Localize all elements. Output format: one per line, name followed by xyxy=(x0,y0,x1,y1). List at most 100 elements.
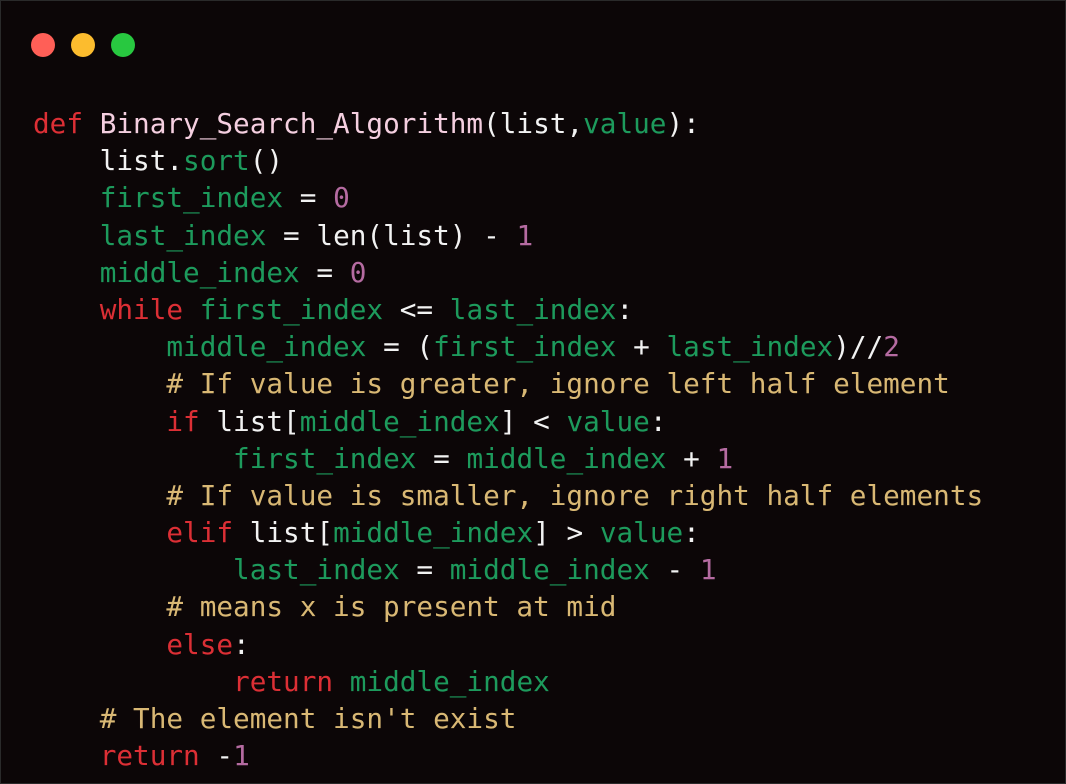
text-token: = ( xyxy=(366,330,434,364)
code-line: return -1 xyxy=(33,737,983,774)
text-token: = len(list) - xyxy=(266,218,517,252)
text-token: - xyxy=(199,739,234,773)
identifier-token: last_index xyxy=(233,553,400,587)
text-token: <= xyxy=(383,292,450,326)
identifier-token: middle_index xyxy=(166,330,367,364)
code-line: first_index = 0 xyxy=(33,179,983,216)
identifier-token: first_index xyxy=(99,181,284,215)
comment-token: # If value is greater, ignore left half … xyxy=(166,367,950,401)
number-token: 0 xyxy=(333,181,350,215)
code-block: def Binary_Search_Algorithm(list,value):… xyxy=(33,105,983,774)
code-line: # means x is present at mid xyxy=(33,588,983,625)
text-token: : xyxy=(233,627,250,661)
code-line: # If value is smaller, ignore right half… xyxy=(33,477,983,514)
keyword-token: return xyxy=(233,664,334,698)
text-token: list[ xyxy=(199,404,300,438)
keyword-token: else xyxy=(166,627,234,661)
minimize-button[interactable] xyxy=(71,33,95,57)
code-line: def Binary_Search_Algorithm(list,value): xyxy=(33,105,983,142)
identifier-token: middle_index xyxy=(449,553,650,587)
text-token: = xyxy=(399,553,450,587)
text-token: ] < xyxy=(499,404,567,438)
keyword-token: while xyxy=(99,292,184,326)
keyword-token: if xyxy=(166,404,200,438)
identifier-token: middle_index xyxy=(99,255,300,289)
text-token: = xyxy=(416,441,467,475)
number-token: 0 xyxy=(349,255,367,289)
keyword-token: elif xyxy=(166,516,234,550)
text-token: ): xyxy=(666,107,700,140)
text-token: = xyxy=(283,181,334,215)
text-token: + xyxy=(616,330,667,364)
code-line: else: xyxy=(33,626,983,663)
text-token: list[ xyxy=(233,516,334,550)
text-token: = xyxy=(299,255,350,289)
identifier-token: middle_index xyxy=(466,441,667,475)
code-line: elif list[middle_index] > value: xyxy=(33,514,983,551)
code-line: while first_index <= last_index: xyxy=(33,291,983,328)
comment-token: # means x is present at mid xyxy=(166,590,617,624)
text-token: ] > xyxy=(533,516,600,550)
keyword-token: def xyxy=(33,107,84,140)
identifier-token: last_index xyxy=(666,330,834,364)
keyword-token: return xyxy=(99,739,200,773)
code-line: middle_index = 0 xyxy=(33,254,983,291)
number-token: 1 xyxy=(699,553,717,587)
identifier-token: last_index xyxy=(99,218,267,252)
code-line: last_index = middle_index - 1 xyxy=(33,551,983,588)
code-line: if list[middle_index] < value: xyxy=(33,403,983,440)
text-token: - xyxy=(649,553,700,587)
identifier-token: last_index xyxy=(449,292,617,326)
text-token: : xyxy=(649,404,667,438)
code-line: # The element isn't exist xyxy=(33,700,983,737)
number-token: 1 xyxy=(716,441,734,475)
text-token: () xyxy=(249,144,284,178)
code-window: def Binary_Search_Algorithm(list,value):… xyxy=(0,0,1066,784)
identifier-token: middle_index xyxy=(333,516,534,550)
code-line: last_index = len(list) - 1 xyxy=(33,217,983,254)
function-name-token: Binary_Search_Algorithm xyxy=(99,107,484,140)
code-line: return middle_index xyxy=(33,663,983,700)
number-token: 1 xyxy=(516,218,534,252)
number-token: 2 xyxy=(883,330,900,364)
identifier-token: first_index xyxy=(233,441,417,475)
identifier-token: first_index xyxy=(433,330,617,364)
identifier-token: value xyxy=(583,107,667,140)
close-button[interactable] xyxy=(31,33,55,57)
code-line: # If value is greater, ignore left half … xyxy=(33,365,983,402)
text-token: + xyxy=(666,441,717,475)
maximize-button[interactable] xyxy=(111,33,135,57)
identifier-token: sort xyxy=(183,144,250,178)
identifier-token: value xyxy=(599,516,684,550)
window-controls xyxy=(31,33,135,57)
code-line: list.sort() xyxy=(33,142,983,179)
comment-token: # If value is smaller, ignore right half… xyxy=(166,478,984,512)
identifier-token: middle_index xyxy=(299,404,500,438)
code-line: middle_index = (first_index + last_index… xyxy=(33,328,983,365)
text-token: : xyxy=(683,516,700,550)
text-token: list. xyxy=(33,144,184,178)
text-token: : xyxy=(616,292,634,326)
code-line: first_index = middle_index + 1 xyxy=(33,440,983,477)
text-token: (list, xyxy=(483,107,584,140)
identifier-token: first_index xyxy=(199,292,384,326)
